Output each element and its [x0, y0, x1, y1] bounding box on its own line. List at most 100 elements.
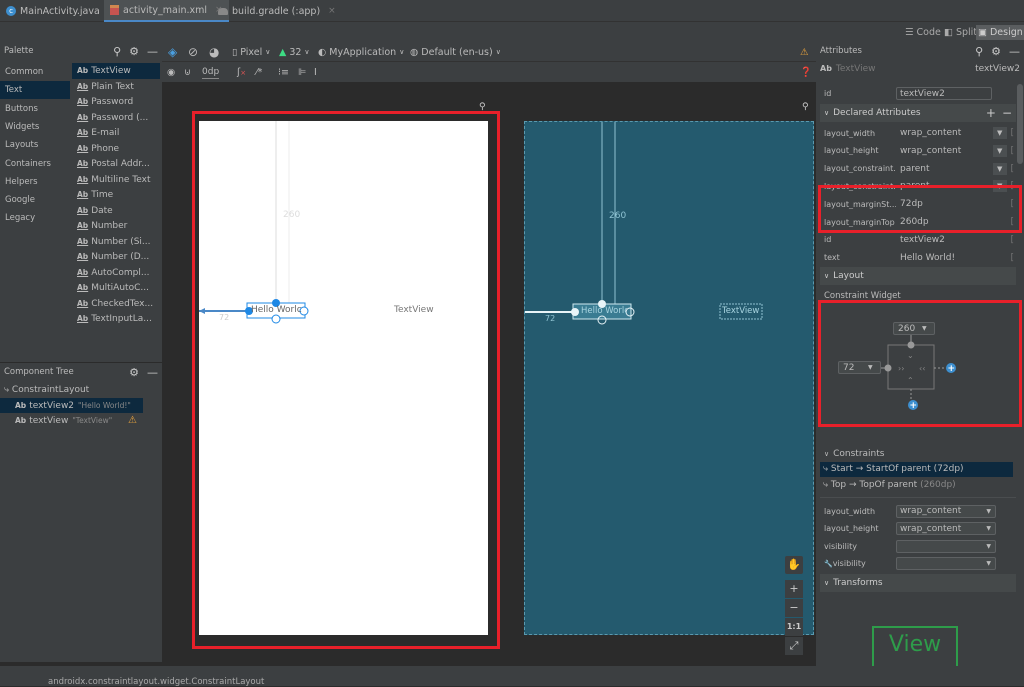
- tree-root-constraintlayout[interactable]: ⤷ ConstraintLayout: [4, 383, 89, 398]
- palette-category-google[interactable]: Google: [0, 191, 70, 209]
- clear-constraints-button[interactable]: ʃ×: [237, 65, 246, 79]
- layout-section-header[interactable]: ∨ Layout: [820, 267, 1016, 285]
- blueprint-view-screen[interactable]: 260 72 Hello World! TextView: [524, 121, 814, 635]
- code-mode-button[interactable]: ☰ Code: [903, 25, 943, 40]
- theme-select[interactable]: ◐ MyApplication ∨: [318, 45, 404, 59]
- tab-activity-main[interactable]: activity_main.xml×: [104, 0, 229, 22]
- resource-picker-icon[interactable]: [: [1011, 146, 1014, 156]
- search-icon[interactable]: ⚲: [113, 45, 121, 58]
- warning-icon[interactable]: ⚠: [128, 413, 137, 428]
- help-icon[interactable]: ❓: [800, 65, 812, 79]
- palette-item[interactable]: Ab CheckedTex...: [72, 296, 160, 312]
- design-surface-button[interactable]: ◈: [168, 45, 177, 59]
- palette-item[interactable]: Ab Number: [72, 218, 160, 234]
- minimize-icon[interactable]: —: [1009, 45, 1020, 58]
- palette-category-common[interactable]: Common: [0, 63, 70, 81]
- gear-icon[interactable]: ⚙: [991, 45, 1001, 58]
- chevron-down-icon[interactable]: ▼: [992, 127, 1007, 139]
- palette-item[interactable]: Ab Number (Si...: [72, 234, 160, 250]
- palette-category-buttons[interactable]: Buttons: [0, 100, 70, 118]
- top-margin-dropdown[interactable]: 260 ▼: [893, 322, 935, 335]
- palette-item[interactable]: Ab Time: [72, 187, 160, 203]
- align-button[interactable]: ⊫: [298, 65, 306, 79]
- palette-item[interactable]: Ab Phone: [72, 141, 160, 157]
- palette-category-helpers[interactable]: Helpers: [0, 173, 70, 191]
- id-input[interactable]: textView2: [896, 86, 992, 100]
- palette-category-legacy[interactable]: Legacy: [0, 209, 70, 227]
- zoom-in-button[interactable]: +: [785, 580, 803, 598]
- palette-item[interactable]: Ab Password (...: [72, 110, 160, 126]
- default-margin-button[interactable]: 0dp: [202, 65, 220, 79]
- infer-constraints-button[interactable]: ⁄*: [256, 65, 262, 79]
- palette-item[interactable]: Ab MultiAutoC...: [72, 280, 160, 296]
- transforms-header[interactable]: ∨ Transforms: [820, 574, 1016, 592]
- locale-select[interactable]: ◍ Default (en-us) ∨: [410, 45, 501, 59]
- palette-item[interactable]: Ab E-mail: [72, 125, 160, 141]
- palette-item[interactable]: Ab TextView: [72, 63, 160, 79]
- add-attribute-icon[interactable]: +: [986, 106, 996, 120]
- palette-item[interactable]: Ab Date: [72, 203, 160, 219]
- palette-item[interactable]: Ab TextInputLa...: [72, 311, 160, 327]
- orientation-button[interactable]: ⊘: [188, 45, 198, 59]
- gear-icon[interactable]: ⚙: [129, 45, 139, 58]
- warning-icon[interactable]: ⚠: [800, 45, 809, 59]
- declared-attributes-header[interactable]: ∨ Declared Attributes + −: [820, 104, 1016, 122]
- palette-item[interactable]: Ab AutoCompl...: [72, 265, 160, 281]
- zoom-actual-button[interactable]: 1:1: [785, 618, 803, 636]
- minimize-icon[interactable]: —: [147, 45, 158, 58]
- zoom-fit-button[interactable]: ⤢: [785, 637, 803, 655]
- gear-icon[interactable]: ⚙: [129, 366, 139, 379]
- resource-picker-icon[interactable]: [: [1011, 253, 1014, 263]
- view-options-button[interactable]: ◉: [167, 65, 175, 79]
- start-margin-dropdown[interactable]: 72 ▼: [838, 361, 881, 374]
- palette-category-layouts[interactable]: Layouts: [0, 136, 70, 154]
- attributes-scrollbar[interactable]: [1017, 84, 1023, 164]
- chevron-down-icon[interactable]: ▼: [992, 162, 1007, 175]
- tab-build-gradle[interactable]: build.gradle (:app) ×: [212, 0, 342, 22]
- resource-picker-icon[interactable]: [: [1011, 164, 1014, 174]
- attribute-dropdown[interactable]: wrap_content ▼: [896, 504, 996, 518]
- pan-button[interactable]: ✋: [785, 556, 803, 574]
- constraint-top[interactable]: ⤷ Top → TopOf parent (260dp): [820, 478, 1013, 493]
- chevron-down-icon[interactable]: ▼: [992, 144, 1007, 157]
- search-icon[interactable]: ⚲: [975, 45, 983, 58]
- attribute-dropdown[interactable]: ▼: [896, 539, 996, 553]
- attribute-value[interactable]: parent: [896, 164, 993, 174]
- tree-item-textview2[interactable]: Ab textView2 "Hello World!": [0, 398, 143, 413]
- guidelines-button[interactable]: I: [314, 65, 317, 79]
- resource-picker-icon[interactable]: [: [1011, 235, 1014, 245]
- night-mode-button[interactable]: ◕: [209, 45, 219, 59]
- remove-attribute-icon[interactable]: −: [1002, 106, 1012, 120]
- attribute-value[interactable]: wrap_content: [896, 146, 993, 156]
- resize-pin-icon[interactable]: ⚲: [802, 102, 809, 112]
- textview-blueprint[interactable]: TextView: [722, 306, 759, 316]
- constraint-start[interactable]: ⤷ Start → StartOf parent (72dp): [820, 462, 1013, 477]
- api-select[interactable]: ▲ 32 ∨: [279, 45, 310, 59]
- split-mode-button[interactable]: ◧ Split: [942, 25, 979, 40]
- zoom-out-button[interactable]: −: [785, 599, 803, 617]
- attribute-value[interactable]: textView2: [896, 235, 1011, 245]
- palette-item[interactable]: Ab Plain Text: [72, 79, 160, 95]
- device-select[interactable]: ▯ Pixel ∨: [232, 45, 270, 59]
- palette-category-widgets[interactable]: Widgets: [0, 118, 70, 136]
- attribute-value[interactable]: Hello World!: [896, 253, 1011, 263]
- palette-item[interactable]: Ab Number (D...: [72, 249, 160, 265]
- attribute-dropdown[interactable]: wrap_content ▼: [896, 522, 996, 535]
- minimize-icon[interactable]: —: [147, 366, 158, 379]
- autoconnect-button[interactable]: ⊍: [184, 65, 191, 79]
- palette-item[interactable]: Ab Postal Addr...: [72, 156, 160, 172]
- hello-world-blueprint[interactable]: Hello World!: [581, 306, 627, 316]
- palette-item[interactable]: Ab Password: [72, 94, 160, 110]
- resource-picker-icon[interactable]: [: [1011, 128, 1014, 138]
- constraints-header[interactable]: ∨ Constraints: [824, 449, 884, 459]
- pack-button[interactable]: ⁝≡: [278, 65, 289, 79]
- component-tree-title: Component Tree: [4, 367, 74, 377]
- tree-item-textview[interactable]: Ab textView "TextView" ⚠: [0, 413, 143, 428]
- close-tab-icon[interactable]: ×: [328, 6, 336, 16]
- palette-category-text[interactable]: Text: [0, 81, 70, 100]
- palette-category-containers[interactable]: Containers: [0, 155, 70, 173]
- attribute-value[interactable]: wrap_content: [896, 128, 993, 138]
- attribute-dropdown[interactable]: ▼: [896, 557, 996, 570]
- palette-item[interactable]: Ab Multiline Text: [72, 172, 160, 188]
- design-mode-button[interactable]: ▣ Design: [976, 25, 1024, 40]
